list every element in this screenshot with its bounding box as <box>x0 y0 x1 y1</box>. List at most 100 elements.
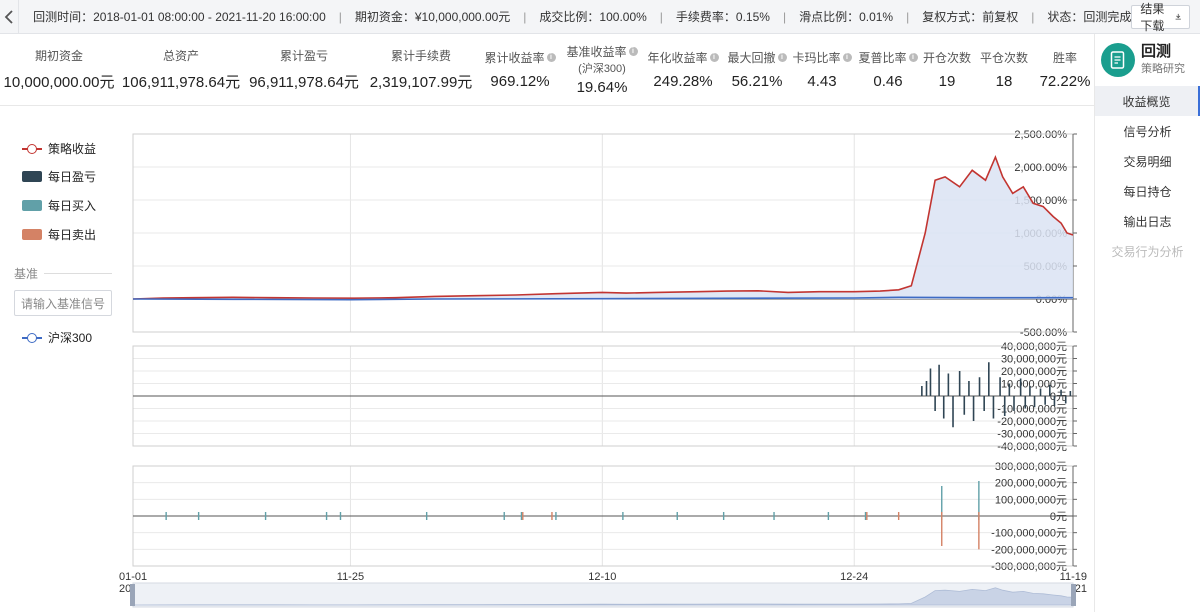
nav-trading-behavior: 交易行为分析 <box>1095 236 1200 266</box>
y-tick-label: 30,000,000元 <box>1001 354 1067 366</box>
download-icon <box>1175 11 1181 22</box>
pnl-bar <box>988 362 990 396</box>
document-icon <box>1110 51 1126 69</box>
chevron-left-icon <box>3 10 15 24</box>
y-tick-label: 0元 <box>1050 391 1067 403</box>
pnl-bar <box>963 396 965 415</box>
metric-label-text: 夏普比率 <box>858 49 906 66</box>
fee-rate: 手续费率：0.15% <box>676 8 770 25</box>
info-separator: | <box>783 10 786 24</box>
nav-trade-details[interactable]: 交易明细 <box>1095 146 1200 176</box>
metric-label: 期初资金 <box>35 47 83 64</box>
sell-bar <box>941 512 942 546</box>
info-icon[interactable]: i <box>547 53 556 62</box>
nav-daily-positions[interactable]: 每日持仓 <box>1095 176 1200 206</box>
metric-label: 总资产 <box>163 47 199 64</box>
buy-bar <box>555 512 556 520</box>
y-tick-label: -100,000,000元 <box>991 528 1067 540</box>
y-tick-label: -10,000,000元 <box>997 404 1067 416</box>
metric-cumulative-return: 累计收益率i 969.12% <box>478 34 562 105</box>
info-separator: | <box>660 10 663 24</box>
pnl-bar <box>999 377 1001 396</box>
buy-bar <box>165 512 166 520</box>
slider-handle-left <box>130 584 135 606</box>
metric-benchmark-return: 基准收益率i (沪深300) 19.64% <box>562 34 642 105</box>
metric-label-text: 最大回撤 <box>727 49 775 66</box>
metric-label: 累计手续费 <box>391 47 451 64</box>
buy-bar <box>340 512 341 520</box>
nav-signal-analysis[interactable]: 信号分析 <box>1095 116 1200 146</box>
initial-capital: 期初资金：¥10,000,000.00元 <box>355 8 510 25</box>
pnl-bar <box>1049 385 1051 396</box>
export-results-button[interactable]: 结果下载 <box>1131 5 1190 29</box>
metric-initial-capital: 期初资金 10,000,000.00元 <box>0 34 118 105</box>
pnl-bar <box>1020 379 1022 397</box>
y-tick-label: -500.00% <box>1020 327 1067 339</box>
nav-output-log[interactable]: 输出日志 <box>1095 206 1200 236</box>
x-tick-label: 12-24 <box>840 571 868 583</box>
info-icon[interactable]: i <box>843 53 852 62</box>
info-icon[interactable]: i <box>909 53 918 62</box>
y-tick-label: 40,000,000元 <box>1001 341 1067 353</box>
back-button[interactable] <box>0 0 19 34</box>
metric-value: 56.21% <box>732 73 783 90</box>
pnl-bar <box>1040 389 1042 397</box>
y-tick-label: 0元 <box>1050 511 1067 523</box>
metric-label: 卡玛比率i <box>792 49 851 66</box>
y-tick-label: -20,000,000元 <box>997 416 1067 428</box>
pnl-bar <box>1060 390 1062 396</box>
metric-annualized-return: 年化收益率i 249.28% <box>642 34 724 105</box>
info-icon[interactable]: i <box>629 47 638 56</box>
pnl-bar <box>973 396 975 421</box>
metric-value: 19.64% <box>577 79 628 96</box>
info-separator: | <box>906 10 909 24</box>
y-tick-label: 2,000.00% <box>1014 162 1067 174</box>
pnl-bar <box>1009 384 1011 397</box>
y-tick-label: 2,500.00% <box>1014 129 1067 141</box>
y-tick-label: 200,000,000元 <box>995 478 1067 490</box>
info-icon[interactable]: i <box>778 53 787 62</box>
buy-bar <box>521 512 522 520</box>
pnl-bar <box>979 377 981 396</box>
pnl-bar <box>1029 386 1031 396</box>
strategy-area <box>133 157 1073 299</box>
info-icon[interactable]: i <box>710 53 719 62</box>
metric-value: 969.12% <box>490 73 549 90</box>
buy-bar <box>426 512 427 520</box>
buy-bar <box>723 512 724 520</box>
pnl-bar <box>1004 396 1006 416</box>
pnl-bar <box>952 396 954 427</box>
pnl-bar <box>959 371 961 396</box>
y-tick-label: -30,000,000元 <box>997 429 1067 441</box>
buy-bar <box>865 512 866 520</box>
adjust-method: 复权方式：前复权 <box>922 8 1018 25</box>
pnl-bar <box>1034 396 1036 407</box>
backtest-period: 回测时间：2018-01-01 08:00:00 - 2021-11-20 16… <box>33 8 326 25</box>
metric-label: 夏普比率i <box>858 49 917 66</box>
slider-handle-right <box>1071 584 1076 606</box>
sell-bar <box>522 512 523 520</box>
info-separator: | <box>1031 10 1034 24</box>
pnl-bar <box>993 396 995 419</box>
sell-bar <box>551 512 552 520</box>
buy-bar <box>622 512 623 520</box>
backtest-logo-icon <box>1101 43 1135 77</box>
pnl-bar <box>1024 396 1026 409</box>
brand: 回测 策略研究 <box>1095 34 1200 86</box>
fill-ratio: 成交比例：100.00% <box>539 8 646 25</box>
brand-title: 回测 <box>1141 44 1185 60</box>
pnl-bar <box>1044 396 1046 405</box>
metric-value: 106,911,978.64元 <box>122 71 240 92</box>
backtest-info: 回测时间：2018-01-01 08:00:00 - 2021-11-20 16… <box>19 8 1131 25</box>
pnl-bar <box>938 365 940 396</box>
metric-label: 开仓次数 <box>923 49 971 66</box>
y-tick-label: 300,000,000元 <box>995 461 1067 473</box>
info-separator: | <box>339 10 342 24</box>
export-label: 结果下载 <box>1140 0 1168 34</box>
y-tick-label: 20,000,000元 <box>1001 366 1067 378</box>
info-separator: | <box>523 10 526 24</box>
nav-returns-overview[interactable]: 收益概览 <box>1095 86 1200 116</box>
pnl-bar <box>934 396 936 411</box>
metric-value: 4.43 <box>807 73 836 90</box>
metric-value: 2,319,107.99元 <box>370 71 473 92</box>
